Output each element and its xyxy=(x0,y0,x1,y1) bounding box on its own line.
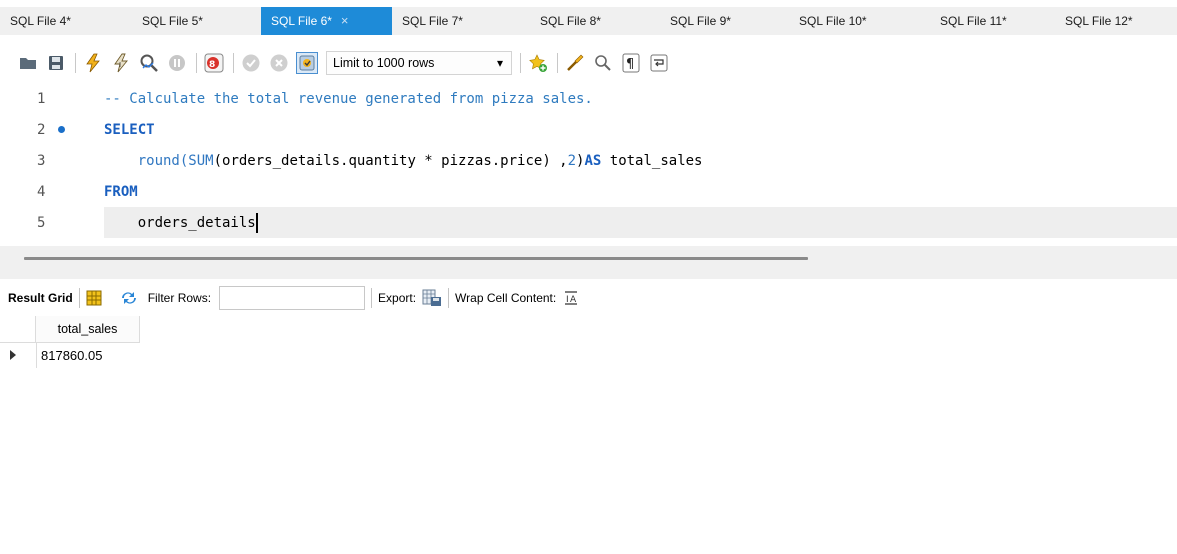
wrap-cell-label: Wrap Cell Content: xyxy=(455,291,557,305)
explain-icon[interactable] xyxy=(138,52,160,74)
grid-corner[interactable] xyxy=(0,316,36,343)
toolbar-separator xyxy=(196,53,197,73)
code-text: FROM xyxy=(104,184,138,200)
toolbar-separator xyxy=(233,53,234,73)
tab-label: SQL File 6* xyxy=(271,14,332,28)
toolbar-separator xyxy=(371,288,373,308)
editor-line: 2 SELECT xyxy=(0,116,1177,147)
svg-text:¶: ¶ xyxy=(626,57,634,72)
toolbar-separator xyxy=(557,53,558,73)
tab-label: SQL File 8* xyxy=(540,14,601,28)
code-token: orders_details xyxy=(104,215,256,231)
tab-label: SQL File 12* xyxy=(1065,14,1133,28)
line-number: 1 xyxy=(37,91,46,107)
line-number: 5 xyxy=(37,215,46,231)
tab-label: SQL File 4* xyxy=(10,14,71,28)
add-snippet-icon[interactable] xyxy=(527,52,549,74)
limit-rows-select[interactable]: Limit to 1000 rows ▾ xyxy=(326,51,512,75)
code-token: 2 xyxy=(567,153,577,169)
tab-label: SQL File 9* xyxy=(670,14,731,28)
autocommit-toggle-icon[interactable] xyxy=(296,52,318,74)
tab-label: SQL File 10* xyxy=(799,14,867,28)
svg-text:I: I xyxy=(119,61,121,69)
grid-header: total_sales xyxy=(0,316,140,343)
rollback-icon[interactable] xyxy=(268,52,290,74)
export-label: Export: xyxy=(378,291,417,305)
code-text: SELECT xyxy=(104,122,155,138)
beautify-icon[interactable] xyxy=(564,52,586,74)
tab-sql-file-11[interactable]: SQL File 11* xyxy=(923,7,1051,35)
tab-sql-file-12[interactable]: SQL File 12* xyxy=(1051,7,1177,35)
code-text: round(SUM(orders_details.quantity * pizz… xyxy=(104,147,703,175)
invisible-chars-icon[interactable]: ¶ xyxy=(620,52,642,74)
grid-view-icon[interactable] xyxy=(86,290,102,306)
chevron-down-icon: ▾ xyxy=(496,56,503,70)
sql-editor[interactable]: 1 -- Calculate the total revenue generat… xyxy=(0,85,1177,245)
toolbar-separator xyxy=(520,53,521,73)
stop-icon[interactable] xyxy=(166,52,188,74)
wrap-cell-icon[interactable]: IA xyxy=(564,291,578,305)
splitter-handle[interactable] xyxy=(24,257,808,260)
save-icon[interactable] xyxy=(45,52,67,74)
code-token: (orders_details.quantity * pizzas.price)… xyxy=(213,153,568,169)
text-caret xyxy=(255,213,258,233)
open-folder-icon[interactable] xyxy=(17,52,39,74)
code-text: orders_details xyxy=(104,209,258,237)
find-icon[interactable] xyxy=(592,52,614,74)
svg-text:A: A xyxy=(570,295,577,305)
filter-rows-label: Filter Rows: xyxy=(147,291,212,305)
code-token: SUM xyxy=(188,153,214,169)
tab-label: SQL File 5* xyxy=(142,14,203,28)
table-cell[interactable]: 817860.05 xyxy=(36,343,140,368)
svg-text:I: I xyxy=(566,295,569,305)
tab-sql-file-7[interactable]: SQL File 7* xyxy=(392,7,519,35)
filter-rows-input[interactable] xyxy=(219,286,366,310)
toolbar-separator xyxy=(75,53,76,73)
editor-line: 4 FROM xyxy=(0,178,1177,209)
tab-sql-file-8[interactable]: SQL File 8* xyxy=(519,7,649,35)
sql-editor-toolbar: I 8 Limit to 1000 rows ▾ ¶ xyxy=(0,47,1177,79)
code-token: AS xyxy=(584,153,602,169)
line-number: 3 xyxy=(37,153,46,169)
line-number: 4 xyxy=(37,184,46,200)
toggle-error-icon[interactable]: 8 xyxy=(203,52,225,74)
execute-icon[interactable] xyxy=(82,52,104,74)
statement-marker-icon xyxy=(58,126,65,133)
toolbar-separator xyxy=(448,288,450,308)
column-header-total-sales[interactable]: total_sales xyxy=(36,316,140,343)
code-token: round( xyxy=(137,153,189,169)
tab-sql-file-6[interactable]: SQL File 6* × xyxy=(261,7,392,35)
current-row-indicator-icon xyxy=(10,350,16,360)
execute-current-icon[interactable]: I xyxy=(110,52,132,74)
code-token: total_sales xyxy=(601,153,703,169)
tab-sql-file-10[interactable]: SQL File 10* xyxy=(783,7,923,35)
tab-label: SQL File 11* xyxy=(940,14,1007,28)
editor-line: 5 orders_details xyxy=(0,209,1177,240)
result-toolbar: Result Grid Filter Rows: Export: Wrap Ce… xyxy=(0,283,1177,313)
toolbar-separator xyxy=(78,288,80,308)
table-row[interactable]: 817860.05 xyxy=(0,343,140,368)
svg-text:8: 8 xyxy=(209,60,215,70)
wrap-lines-icon[interactable] xyxy=(648,52,670,74)
tab-sql-file-4[interactable]: SQL File 4* xyxy=(0,7,127,35)
commit-icon[interactable] xyxy=(240,52,262,74)
code-text: -- Calculate the total revenue generated… xyxy=(104,91,593,107)
export-icon[interactable] xyxy=(422,289,442,307)
tab-sql-file-9[interactable]: SQL File 9* xyxy=(649,7,783,35)
panel-splitter[interactable] xyxy=(0,246,1177,279)
editor-line: 1 -- Calculate the total revenue generat… xyxy=(0,85,1177,116)
refresh-icon[interactable] xyxy=(120,290,138,306)
tab-label: SQL File 7* xyxy=(402,14,463,28)
editor-tab-bar: SQL File 4* SQL File 5* SQL File 6* × SQL… xyxy=(0,7,1177,35)
tab-sql-file-5[interactable]: SQL File 5* xyxy=(127,7,261,35)
editor-line: 3 round(SUM(orders_details.quantity * pi… xyxy=(0,147,1177,178)
limit-rows-label: Limit to 1000 rows xyxy=(333,56,435,70)
close-icon[interactable]: × xyxy=(341,13,349,28)
line-number: 2 xyxy=(37,122,46,138)
result-grid-label[interactable]: Result Grid xyxy=(8,291,73,305)
